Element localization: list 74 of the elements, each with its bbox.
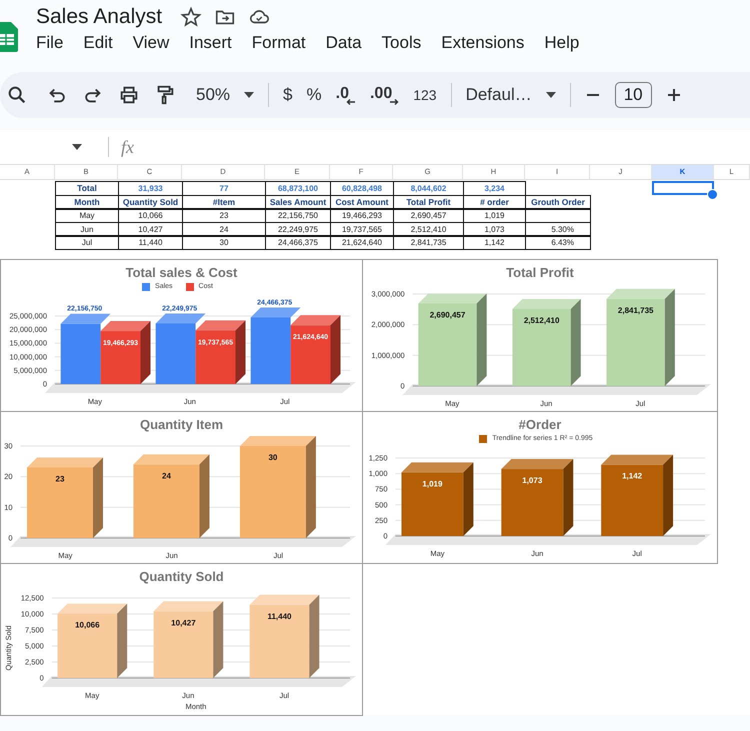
- caret-icon[interactable]: [244, 92, 254, 98]
- chart-title: #Order: [518, 416, 562, 432]
- chart-title: Quantity Item: [140, 416, 224, 432]
- plus-icon[interactable]: [666, 87, 682, 103]
- table-cell: Jul: [55, 235, 119, 250]
- menu-item[interactable]: Format: [252, 33, 306, 53]
- data-label: 1,142: [622, 471, 642, 480]
- caret-icon[interactable]: [72, 144, 82, 150]
- chart-title: Quantity Sold: [139, 568, 224, 584]
- menu-item[interactable]: File: [36, 33, 64, 53]
- print-icon[interactable]: [118, 84, 140, 106]
- data-label: 1,019: [422, 478, 442, 488]
- caret-icon[interactable]: [546, 92, 556, 98]
- chart-title: Total sales & Cost: [126, 264, 238, 280]
- star-icon[interactable]: [180, 6, 202, 28]
- data-label: 1,073: [522, 476, 542, 485]
- data-label: 11,440: [266, 611, 291, 620]
- currency-button[interactable]: $: [283, 85, 292, 105]
- bar: [250, 316, 290, 384]
- bar: [155, 322, 196, 384]
- data-label: 2,690,457: [429, 310, 465, 319]
- number-format-button[interactable]: 123: [413, 87, 437, 103]
- table-cell: 30: [182, 235, 266, 250]
- data-label: 24: [162, 470, 170, 480]
- increase-decimals-button[interactable]: .00: [370, 85, 400, 105]
- table-cell: 21,624,640: [330, 235, 394, 250]
- bar: [290, 324, 330, 384]
- bar: [195, 330, 235, 384]
- bar: [600, 464, 663, 536]
- menu-item[interactable]: View: [132, 33, 170, 53]
- right-arrow-icon: [389, 97, 400, 105]
- bar: [100, 330, 140, 384]
- menu-item[interactable]: Insert: [189, 33, 232, 53]
- bar: [60, 323, 100, 384]
- sheets-logo-icon[interactable]: [0, 22, 18, 52]
- percent-button[interactable]: %: [306, 85, 322, 105]
- bar: [500, 468, 563, 536]
- zoom-select[interactable]: 50%: [196, 85, 230, 105]
- bar: [26, 466, 92, 538]
- bar: [153, 610, 213, 678]
- search-icon[interactable]: [6, 84, 28, 106]
- table-cell: 24,466,375: [265, 235, 331, 250]
- table-cell: 3,234: [463, 181, 526, 196]
- font-size-field[interactable]: 10: [614, 82, 652, 108]
- table-cell: Grouth Order: [525, 194, 591, 210]
- data-label: 10,066: [74, 620, 100, 630]
- table-cell: May: [55, 208, 119, 223]
- table-cell: [525, 208, 591, 223]
- data-label: 2,841,735: [617, 305, 654, 314]
- table-cell: 11,440: [118, 235, 183, 250]
- formula-label: fx: [121, 136, 134, 158]
- data-label: 2,512,410: [523, 315, 559, 324]
- decrease-decimals-button[interactable]: .0: [336, 85, 356, 105]
- font-select[interactable]: Defaul…: [466, 85, 532, 105]
- table-cell: 2,841,735: [393, 235, 464, 250]
- data-label: 30: [268, 452, 277, 462]
- menu-item[interactable]: Help: [544, 33, 580, 53]
- table-cell: Jun: [55, 222, 119, 236]
- bar: [57, 613, 117, 678]
- left-arrow-icon: [346, 97, 356, 105]
- bar: [401, 472, 463, 536]
- menu-item[interactable]: Extensions: [441, 33, 524, 53]
- table-cell: 1,142: [463, 235, 526, 250]
- table-cell: Total: [55, 181, 119, 196]
- menu-item[interactable]: Tools: [382, 33, 422, 53]
- table-cell: Month: [55, 194, 119, 210]
- document-title[interactable]: Sales Analyst: [36, 5, 162, 29]
- data-label: 23: [55, 474, 64, 483]
- table-cell: 5.30%: [525, 222, 591, 236]
- menu-item[interactable]: Edit: [83, 33, 113, 53]
- chart-title: Total Profit: [506, 264, 574, 280]
- data-label: 10,427: [170, 618, 196, 627]
- table-cell: 6.43%: [525, 235, 591, 250]
- menu-item[interactable]: Data: [326, 33, 362, 53]
